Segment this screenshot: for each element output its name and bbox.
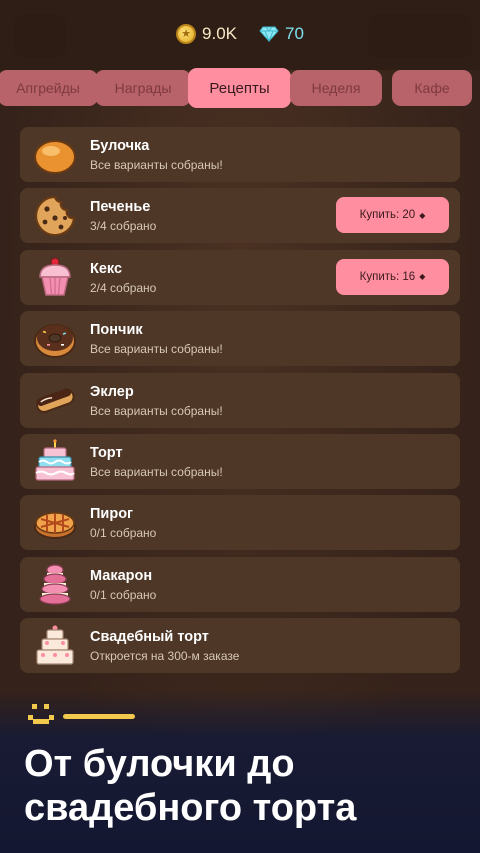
promo-headline-line-2: свадебного торта [24,787,357,829]
coin-value: 9.0K [202,24,238,43]
recipe-row-wedding-cake[interactable]: Свадебный торт Откроется на 300-м заказе [20,618,460,674]
macaron-icon [33,562,77,606]
recipe-name: Эклер [90,383,134,400]
coin-icon [176,24,197,44]
recipe-row-donut[interactable]: Пончик Все варианты собраны! [20,311,460,367]
recipe-row-eclair[interactable]: Эклер Все варианты собраны! [20,372,460,428]
recipe-list: Булочка Все варианты собраны! Печенье 3/… [20,127,460,680]
promo-headline-line-1: От булочки до [24,743,295,785]
donut-icon [33,317,77,361]
cake-icon [33,439,77,483]
buy-label: Купить: 20 [359,209,416,222]
promo-headline: От булочки до свадебного торта [24,742,464,830]
tab-bar: Апгрейды Награды Рецепты Неделя Кафе [0,68,480,108]
recipe-status: 0/1 собрано [90,526,157,541]
recipe-name: Пирог [90,506,134,523]
currency-bar: 9.0K 70 [0,20,480,48]
recipe-row-pie[interactable]: Пирог 0/1 собрано [20,495,460,551]
cupcake-icon [33,255,77,299]
recipe-name: Макарон [90,567,153,584]
gem-counter: 70 [259,24,304,44]
bun-icon [33,133,77,177]
tab-week[interactable]: Неделя [290,70,382,106]
buy-label: Купить: 16 [359,270,416,283]
recipe-status: 0/1 собрано [90,587,157,602]
recipe-status: Откроется на 300-м заказе [90,649,240,664]
buy-cookie-button[interactable]: Купить: 20 ◆ [336,197,449,234]
cookie-icon [33,194,77,238]
wedding-cake-icon [33,624,77,668]
accent-line [63,714,135,719]
gem-small-icon: ◆ [419,272,426,282]
recipe-status: Все варианты собраны! [90,403,223,418]
gem-value: 70 [285,24,304,43]
tab-rewards[interactable]: Награды [95,70,191,106]
recipe-row-cookie[interactable]: Печенье 3/4 собрано Купить: 20 ◆ [20,188,460,244]
tab-upgrades[interactable]: Апгрейды [0,70,98,106]
recipe-name: Торт [90,444,123,461]
eclair-icon [33,378,77,422]
coin-counter: 9.0K [176,24,237,44]
buy-cupcake-button[interactable]: Купить: 16 ◆ [336,258,449,295]
gem-small-icon: ◆ [419,210,426,220]
tab-cafe[interactable]: Кафе [392,70,472,106]
recipe-name: Свадебный торт [90,629,209,646]
recipe-name: Пончик [90,322,143,339]
recipe-row-macaron[interactable]: Макарон 0/1 собрано [20,556,460,612]
gem-icon [259,26,279,42]
tab-recipes[interactable]: Рецепты [188,68,291,108]
pixel-smile-icon [28,704,54,724]
recipe-status: Все варианты собраны! [90,464,223,479]
recipe-row-cake[interactable]: Торт Все варианты собраны! [20,433,460,489]
recipe-row-cupcake[interactable]: Кекс 2/4 собрано Купить: 16 ◆ [20,249,460,305]
recipe-row-bun[interactable]: Булочка Все варианты собраны! [20,127,460,182]
recipe-status: Все варианты собраны! [90,158,223,172]
pie-icon [33,501,77,545]
recipe-status: Все варианты собраны! [90,342,223,357]
recipe-name: Булочка [90,138,150,154]
